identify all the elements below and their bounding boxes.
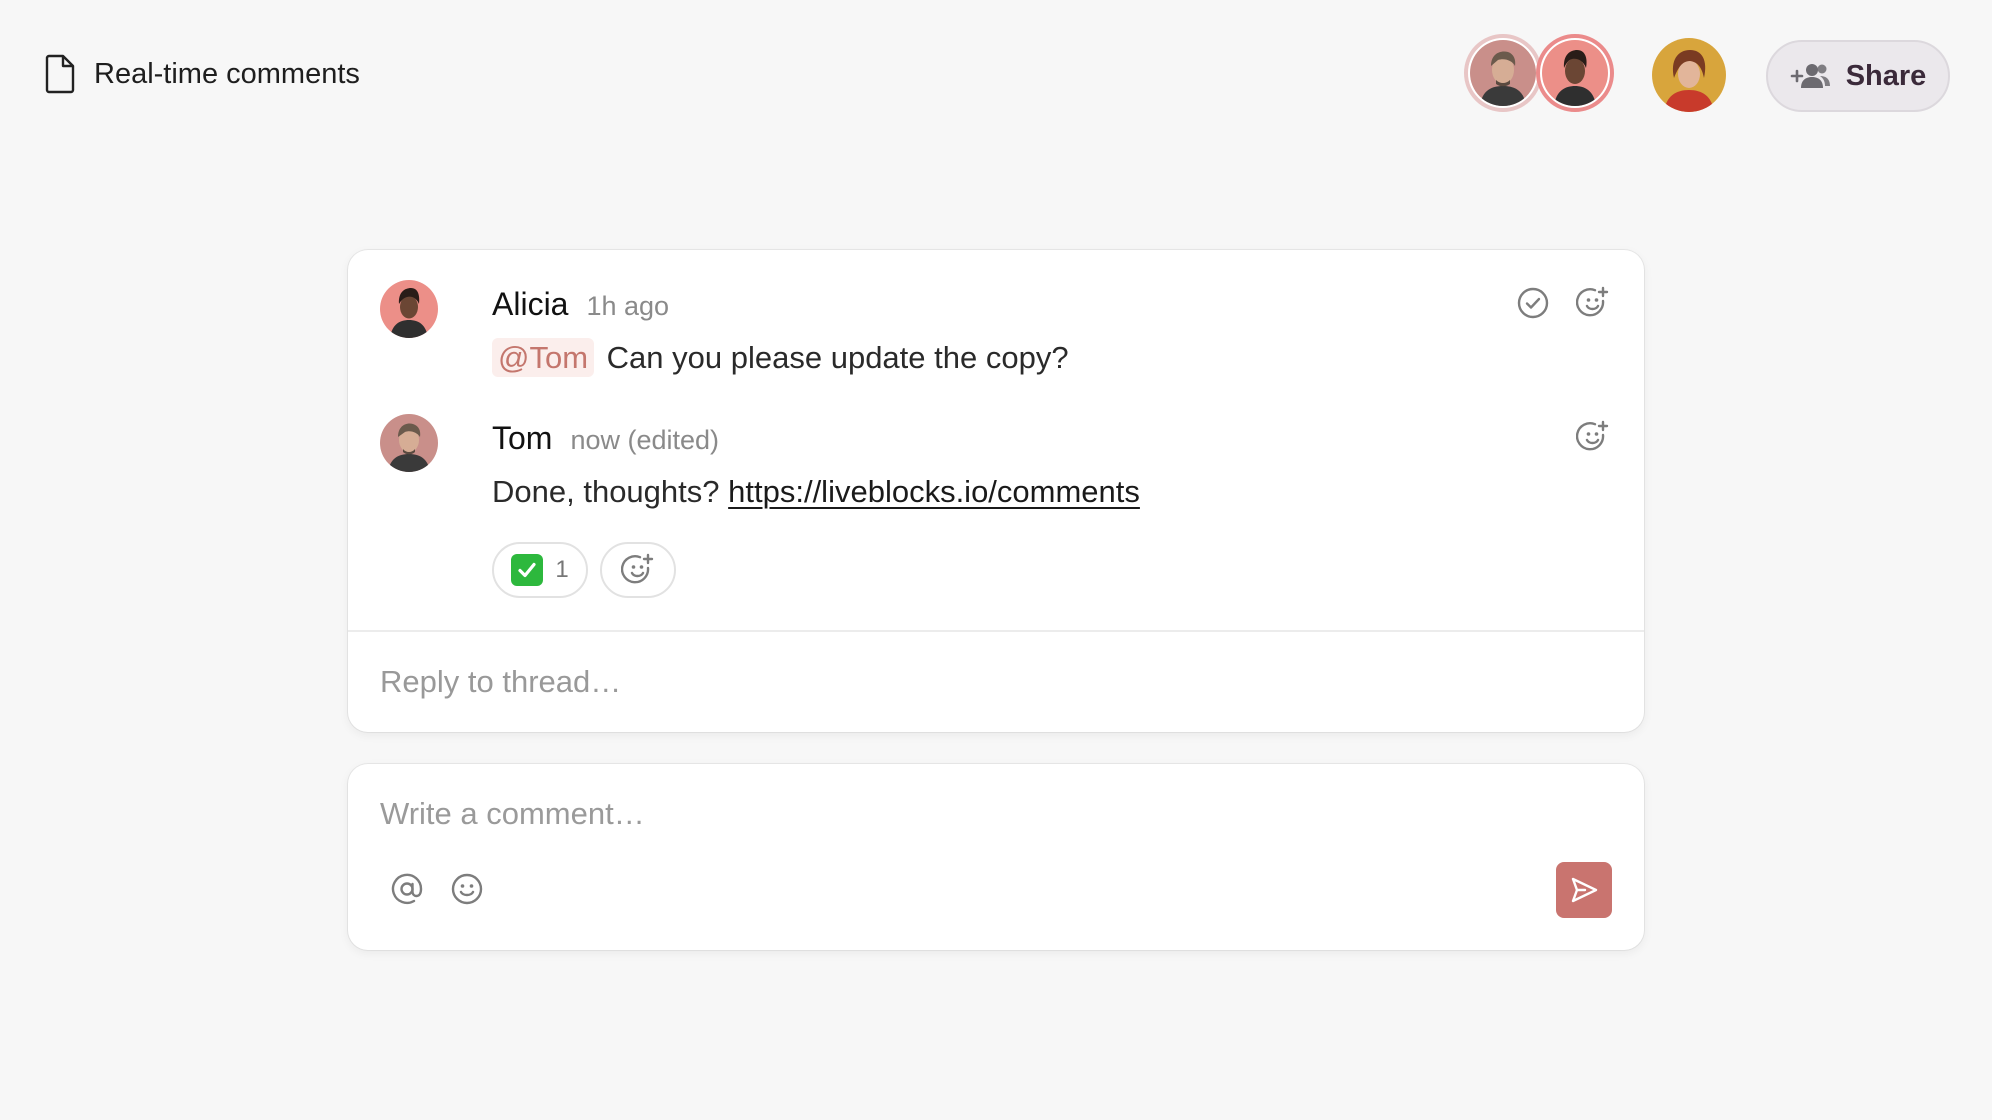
check-mark-emoji-icon (511, 554, 544, 586)
comment-alicia: Alicia 1h ago @Tom Can you please update… (380, 280, 1612, 384)
avatar (380, 414, 438, 472)
mention-icon[interactable] (388, 870, 426, 908)
reaction-pill[interactable]: 1 (492, 542, 588, 598)
users-plus-icon (1790, 64, 1830, 88)
add-reaction-icon[interactable] (1574, 418, 1612, 456)
avatar (1470, 40, 1536, 106)
add-reaction-icon (621, 553, 654, 584)
add-reaction-icon[interactable] (1574, 284, 1612, 322)
document-title-group: Real-time comments (44, 54, 360, 94)
presence-avatar-guest[interactable] (1652, 38, 1726, 112)
comment-tom: Tom now (edited) Done, thoughts? https:/… (380, 414, 1612, 604)
comment-body: Done, thoughts? https://liveblocks.io/co… (492, 474, 1140, 510)
comment-text: Done, thoughts? (492, 474, 720, 509)
document-title: Real-time comments (94, 57, 360, 90)
composer-toolbar (388, 870, 486, 908)
avatar (380, 280, 438, 338)
comment-timestamp: now (edited) (570, 425, 720, 455)
presence-avatar-tom[interactable] (1464, 34, 1542, 112)
mention-tag[interactable]: @Tom (492, 338, 595, 377)
comment-author: Alicia (492, 286, 569, 322)
comment-header: Alicia 1h ago (492, 286, 669, 323)
avatar (1652, 38, 1726, 112)
comment-author: Tom (492, 420, 553, 456)
comment-actions (1574, 418, 1612, 456)
comment-header: Tom now (edited) (492, 420, 719, 457)
comment-thread: Alicia 1h ago @Tom Can you please update… (348, 250, 1644, 732)
resolve-icon[interactable] (1514, 284, 1552, 322)
emoji-icon[interactable] (448, 870, 486, 908)
avatar (1542, 40, 1608, 106)
divider (348, 630, 1644, 632)
comment-text: Can you please update the copy? (606, 340, 1069, 375)
header-bar: Real-time comments Share (0, 0, 1992, 152)
presence-avatar-alicia[interactable] (1536, 34, 1614, 112)
reaction-list: 1 (492, 542, 676, 598)
comment-actions (1514, 284, 1612, 322)
share-button[interactable]: Share (1766, 40, 1950, 112)
send-icon (1571, 877, 1598, 903)
reaction-count: 1 (555, 556, 569, 583)
add-reaction-button[interactable] (600, 542, 676, 598)
document-icon (45, 54, 75, 94)
comment-composer: Write a comment… (348, 764, 1644, 950)
comment-body: @Tom Can you please update the copy? (492, 338, 1069, 377)
comment-input[interactable]: Write a comment… (380, 796, 645, 832)
comment-timestamp: 1h ago (586, 291, 670, 321)
share-label: Share (1845, 59, 1927, 92)
send-button[interactable] (1556, 862, 1612, 918)
reply-input[interactable]: Reply to thread… (380, 664, 621, 700)
comment-link[interactable]: https://liveblocks.io/comments (728, 474, 1140, 509)
